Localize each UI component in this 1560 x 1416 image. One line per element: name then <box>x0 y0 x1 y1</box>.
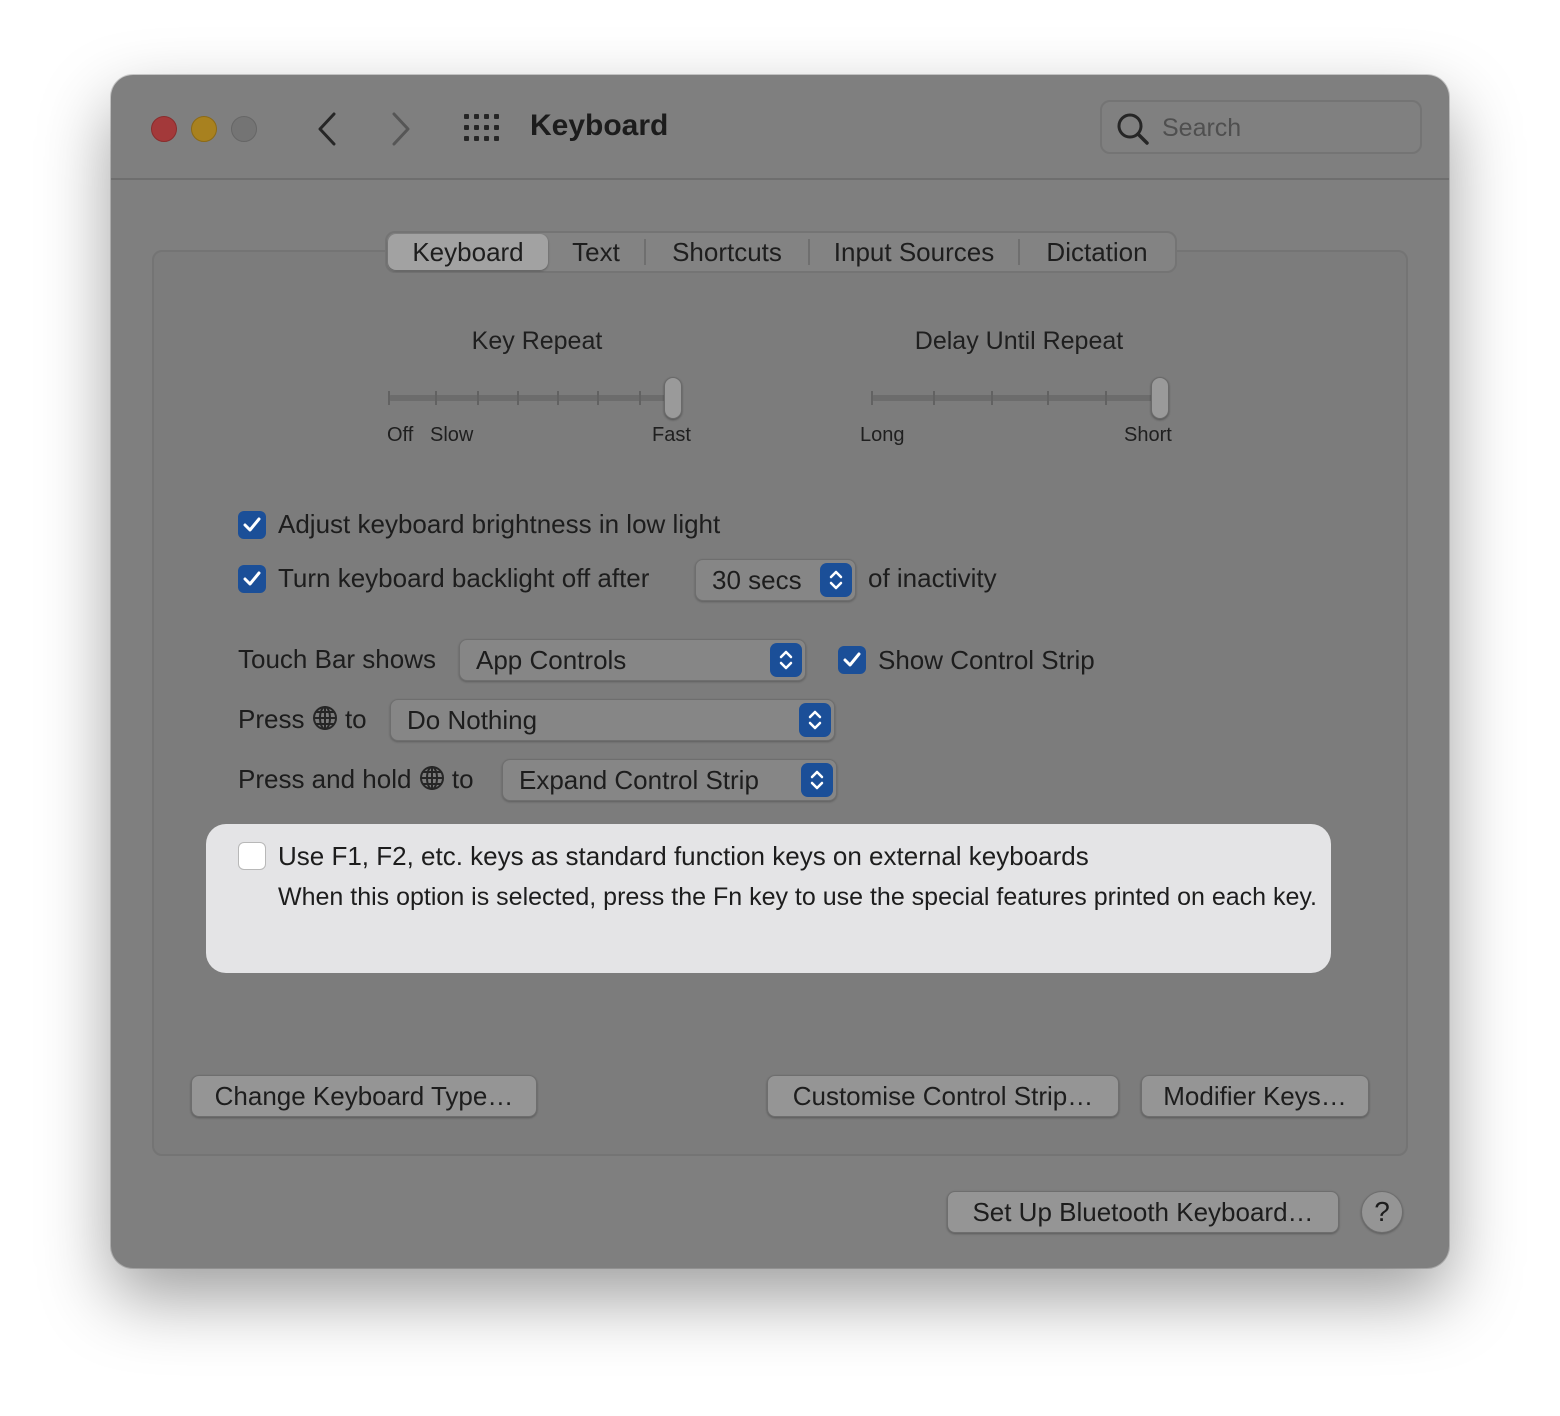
search-icon <box>1117 113 1149 145</box>
touch-bar-label: Touch Bar shows <box>238 644 436 674</box>
key-repeat-thumb[interactable] <box>664 377 682 419</box>
press-hold-globe-label: Press and hold to <box>238 764 474 795</box>
brightness-label: Adjust keyboard brightness in low light <box>278 509 721 539</box>
show-control-strip-checkbox[interactable] <box>838 646 866 674</box>
delay-label-short: Short <box>1124 424 1172 446</box>
touch-bar-value: App Controls <box>476 644 627 675</box>
slider-tick <box>933 391 935 405</box>
zoom-button[interactable] <box>231 116 257 142</box>
forward-button[interactable] <box>379 107 423 151</box>
key-repeat-title: Key Repeat <box>471 327 603 355</box>
press-hold-globe-popup[interactable]: Expand Control Strip <box>502 759 837 801</box>
checkmark-icon <box>843 652 861 667</box>
close-button[interactable] <box>151 116 177 142</box>
delay-until-repeat-thumb[interactable] <box>1151 377 1169 419</box>
press-globe-suffix: to <box>344 704 367 734</box>
bluetooth-keyboard-button[interactable]: Set Up Bluetooth Keyboard… <box>947 1191 1339 1233</box>
slider-tick <box>1047 391 1049 405</box>
preferences-window: Keyboard Keyboard Text Shortcuts Input S… <box>111 75 1449 1268</box>
chevron-right-icon <box>392 112 410 146</box>
help-button[interactable]: ? <box>1361 1191 1403 1233</box>
fn-keys-label: Use F1, F2, etc. keys as standard functi… <box>278 841 1089 871</box>
slider-track <box>871 395 1165 401</box>
checkmark-icon <box>243 517 261 532</box>
search-input[interactable] <box>1160 110 1414 146</box>
key-repeat-label-slow: Slow <box>430 424 474 446</box>
slider-tick <box>639 391 641 405</box>
updown-arrows-icon <box>820 563 852 597</box>
slider-tick <box>991 391 993 405</box>
show-control-strip-label: Show Control Strip <box>878 645 1095 675</box>
updown-arrows-icon <box>801 763 833 797</box>
window-title: Keyboard <box>530 109 669 142</box>
touch-bar-popup[interactable]: App Controls <box>459 639 806 681</box>
customise-control-strip-button[interactable]: Customise Control Strip… <box>767 1075 1119 1117</box>
fn-keys-description: When this option is selected, press the … <box>278 883 1318 911</box>
key-repeat-label-off: Off <box>387 424 414 446</box>
title-bar: Keyboard <box>111 75 1449 180</box>
backlight-duration-value: 30 secs <box>712 564 802 595</box>
press-globe-value: Do Nothing <box>407 704 538 735</box>
tab-input-sources[interactable]: Input Sources <box>810 234 1018 270</box>
slider-tick <box>1105 391 1107 405</box>
slider-track <box>388 395 682 401</box>
backlight-label: Turn keyboard backlight off after <box>278 563 650 593</box>
press-globe-popup[interactable]: Do Nothing <box>390 699 835 741</box>
tab-text[interactable]: Text <box>548 234 644 270</box>
press-hold-globe-suffix: to <box>451 764 474 794</box>
checkmark-icon <box>243 571 261 586</box>
updown-arrows-icon <box>770 643 802 677</box>
key-repeat-label-fast: Fast <box>652 424 691 446</box>
delay-until-repeat-title: Delay Until Repeat <box>914 327 1124 355</box>
chevron-left-icon <box>318 112 336 146</box>
search-field[interactable] <box>1100 100 1422 154</box>
show-all-grid-icon[interactable] <box>463 113 503 143</box>
press-globe-label: Press to <box>238 704 367 735</box>
updown-arrows-icon <box>799 703 831 737</box>
globe-icon <box>312 706 337 730</box>
minimize-button[interactable] <box>191 116 217 142</box>
slider-tick <box>557 391 559 405</box>
press-hold-globe-value: Expand Control Strip <box>519 764 759 795</box>
tab-keyboard[interactable]: Keyboard <box>388 234 548 270</box>
slider-tick <box>388 391 390 405</box>
slider-tick <box>517 391 519 405</box>
backlight-checkbox[interactable] <box>238 565 266 593</box>
globe-icon <box>419 766 444 790</box>
tab-bar: Keyboard Text Shortcuts Input Sources Di… <box>385 231 1177 273</box>
backlight-suffix: of inactivity <box>868 563 997 593</box>
press-hold-globe-prefix: Press and hold <box>238 764 412 794</box>
tab-shortcuts[interactable]: Shortcuts <box>646 234 808 270</box>
tab-dictation[interactable]: Dictation <box>1020 234 1174 270</box>
change-keyboard-type-button[interactable]: Change Keyboard Type… <box>191 1075 537 1117</box>
backlight-duration-popup[interactable]: 30 secs <box>695 559 856 601</box>
back-button[interactable] <box>305 107 349 151</box>
modifier-keys-button[interactable]: Modifier Keys… <box>1141 1075 1369 1117</box>
slider-tick <box>871 391 873 405</box>
press-globe-prefix: Press <box>238 704 305 734</box>
brightness-checkbox[interactable] <box>238 511 266 539</box>
slider-tick <box>597 391 599 405</box>
slider-tick <box>435 391 437 405</box>
delay-label-long: Long <box>860 424 905 446</box>
slider-tick <box>477 391 479 405</box>
fn-keys-checkbox[interactable] <box>238 842 266 870</box>
